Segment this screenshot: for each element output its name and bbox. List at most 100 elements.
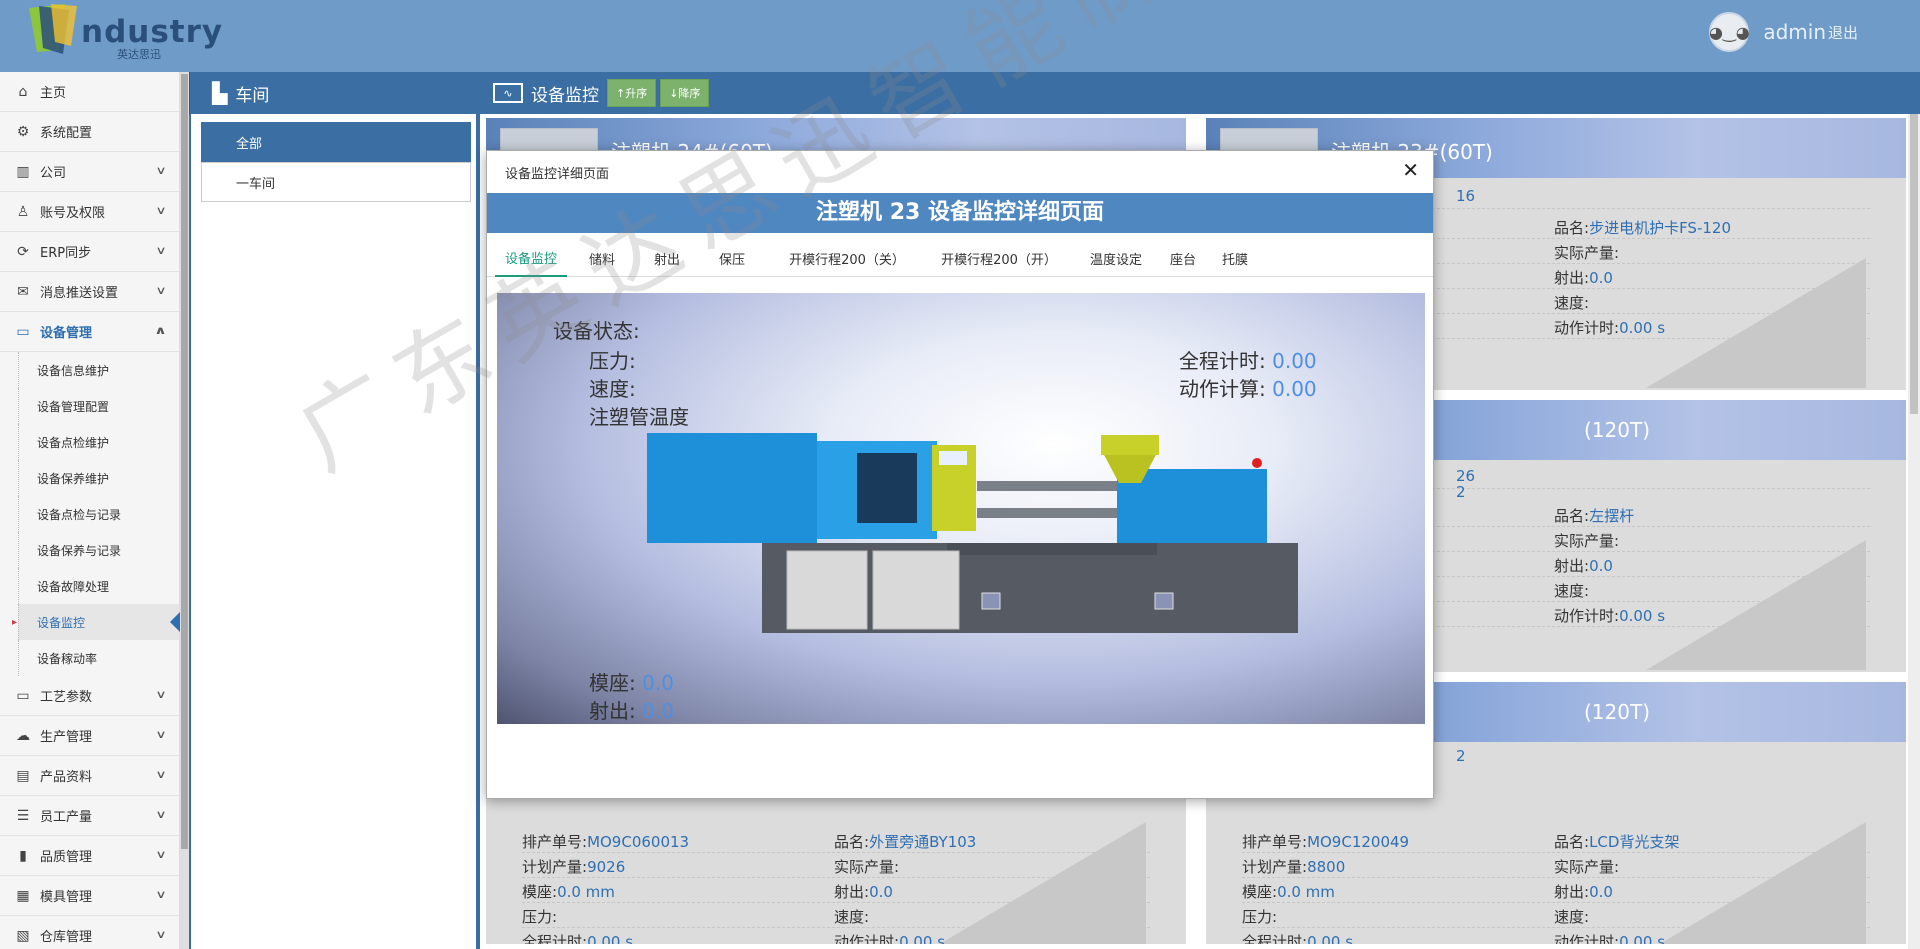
sidebar-scrollbar[interactable] bbox=[180, 72, 189, 949]
tab-seat[interactable]: 座台 bbox=[1163, 239, 1203, 277]
sidebar-item-products[interactable]: ▤ 产品资料 ∨ bbox=[0, 756, 179, 796]
sidebar-item-quality[interactable]: ▮ 品质管理 ∨ bbox=[0, 836, 179, 876]
order-fragment: 2 bbox=[1456, 747, 1466, 765]
scrollbar-thumb[interactable] bbox=[1910, 114, 1918, 414]
chevron-down-icon: ∨ bbox=[155, 928, 167, 941]
sort-asc-button[interactable]: ↑升序 bbox=[607, 79, 657, 107]
monitor-icon: ▭ bbox=[16, 323, 30, 340]
sidebar-item-company[interactable]: ▥ 公司 ∨ bbox=[0, 152, 179, 192]
action-timer-value: 0.00 bbox=[1272, 377, 1317, 401]
tab-injection[interactable]: 射出 bbox=[642, 239, 692, 277]
sidebar-item-warehouse[interactable]: ▧ 仓库管理 ∨ bbox=[0, 916, 179, 949]
chevron-down-icon: ∨ bbox=[155, 768, 167, 781]
tab-holding[interactable]: 保压 bbox=[707, 239, 757, 277]
tab-mold-open-open[interactable]: 开模行程200（开） bbox=[929, 239, 1069, 277]
tie-bar-bottom bbox=[977, 508, 1117, 518]
sidebar-subitem-device-config[interactable]: 设备管理配置 bbox=[18, 388, 179, 424]
workshop-list: 全部 一车间 bbox=[189, 114, 478, 949]
workshop-header: ▙ 车间 bbox=[189, 72, 478, 114]
chart-monitor-icon: ∿ bbox=[493, 83, 523, 103]
tab-device-monitor[interactable]: 设备监控 bbox=[495, 239, 567, 277]
sidebar-subitem-inspection-maint[interactable]: 设备点检维护 bbox=[18, 424, 179, 460]
actual-output-label: 实际产量: bbox=[1554, 858, 1620, 876]
sidebar-item-label: 员工产量 bbox=[40, 810, 93, 825]
plan-value: 8800 bbox=[1307, 858, 1346, 876]
tab-temperature[interactable]: 温度设定 bbox=[1081, 239, 1151, 277]
product-label: 品名: bbox=[834, 833, 870, 851]
user-menu[interactable]: ◕‿◕ admin bbox=[1709, 12, 1826, 52]
user-name[interactable]: admin bbox=[1763, 20, 1826, 44]
mold-label: 模座: bbox=[522, 883, 558, 901]
chevron-down-icon: ∨ bbox=[155, 808, 167, 821]
sort-desc-button[interactable]: ↓降序 bbox=[660, 79, 710, 107]
mold-label: 模座: bbox=[1242, 883, 1278, 901]
inject-label: 射出: bbox=[1554, 557, 1590, 575]
sidebar-item-device-management[interactable]: ▭ 设备管理 ∧ bbox=[0, 312, 179, 352]
list-icon: ☰ bbox=[16, 807, 30, 824]
tab-mold-open-close[interactable]: 开模行程200（关） bbox=[777, 239, 917, 277]
workshop-item-1[interactable]: 一车间 bbox=[201, 162, 471, 202]
sidebar-subitem-inspection-records[interactable]: 设备点检与记录 bbox=[18, 496, 179, 532]
sidebar-subitem-device-info[interactable]: 设备信息维护 bbox=[18, 352, 179, 388]
card-row: 模座:0.0 mm 射出:0.0 bbox=[1242, 878, 1870, 903]
inject-label: 射出: bbox=[589, 699, 636, 723]
hopper-top bbox=[1101, 435, 1159, 455]
speed-label: 速度: bbox=[834, 908, 870, 926]
sidebar: ⌂ 主页 ⚙ 系统配置 ▥ 公司 ∨ ♙ 账号及权限 ∨ ⟳ ERP同步 ∨ ✉ 消息推送设置 ∨ … bbox=[0, 72, 180, 949]
sync-icon: ⟳ bbox=[17, 243, 29, 260]
mold-value: 0.0 mm bbox=[1277, 883, 1335, 901]
sidebar-subitem-upkeep-maint[interactable]: 设备保养维护 bbox=[18, 460, 179, 496]
avatar[interactable]: ◕‿◕ bbox=[1709, 12, 1750, 52]
product-value: 步进电机护卡FS-120 bbox=[1589, 219, 1731, 237]
mold-readout: 模座: 0.0 bbox=[589, 667, 674, 696]
action-timer-value: 0.00 s bbox=[1619, 933, 1666, 944]
company-logo[interactable]: ndustry 英达思迅 bbox=[25, 0, 222, 64]
order-value: MO9C120049 bbox=[1307, 833, 1410, 851]
sidebar-item-message-push[interactable]: ✉ 消息推送设置 ∨ bbox=[0, 272, 179, 312]
base-panel-left bbox=[786, 550, 868, 630]
scrollbar-thumb[interactable] bbox=[181, 74, 188, 849]
card-row: 模座:0.0 mm 射出:0.0 bbox=[522, 878, 1150, 903]
inject-value: 0.0 bbox=[642, 699, 674, 723]
order-fragment: 16 bbox=[1456, 187, 1476, 205]
cloud-icon: ☁ bbox=[16, 727, 30, 744]
tab-ejector[interactable]: 托膜 bbox=[1215, 239, 1255, 277]
control-screen bbox=[939, 451, 967, 465]
card-row: 压力: 速度: bbox=[1242, 903, 1870, 928]
sidebar-item-accounts[interactable]: ♙ 账号及权限 ∨ bbox=[0, 192, 179, 232]
sidebar-item-process-params[interactable]: ▭ 工艺参数 ∨ bbox=[0, 676, 179, 716]
clamp-unit bbox=[647, 433, 817, 543]
chevron-down-icon: ∨ bbox=[155, 848, 167, 861]
sidebar-item-production[interactable]: ☁ 生产管理 ∨ bbox=[0, 716, 179, 756]
injection-machine-illustration bbox=[647, 433, 1298, 633]
inject-value: 0.0 bbox=[1589, 883, 1613, 901]
action-timer-label: 动作计时: bbox=[834, 933, 900, 944]
tab-storage[interactable]: 储料 bbox=[577, 239, 627, 277]
sidebar-subitem-upkeep-records[interactable]: 设备保养与记录 bbox=[18, 532, 179, 568]
main-scrollbar[interactable] bbox=[1908, 114, 1920, 949]
actual-output-label: 实际产量: bbox=[1554, 532, 1620, 550]
sidebar-subitem-device-monitor[interactable]: 设备监控 bbox=[12, 604, 180, 640]
logout-link[interactable]: 退出 bbox=[1828, 22, 1858, 43]
sidebar-item-erp-sync[interactable]: ⟳ ERP同步 ∨ bbox=[0, 232, 179, 272]
plan-label: 计划产量: bbox=[522, 858, 588, 876]
workshop-title: 车间 bbox=[235, 85, 270, 106]
bank-icon: ▥ bbox=[16, 163, 30, 180]
sidebar-item-system-config[interactable]: ⚙ 系统配置 bbox=[0, 112, 179, 152]
chevron-down-icon: ∨ bbox=[155, 164, 167, 177]
action-timer-label: 动作计算: bbox=[1179, 377, 1266, 401]
action-timer-value: 0.00 s bbox=[899, 933, 946, 944]
sidebar-item-molds[interactable]: ▦ 模具管理 ∨ bbox=[0, 876, 179, 916]
workshop-item-all[interactable]: 全部 bbox=[201, 122, 471, 162]
close-icon[interactable]: ✕ bbox=[1402, 158, 1419, 182]
sidebar-item-staff-output[interactable]: ☰ 员工产量 ∨ bbox=[0, 796, 179, 836]
gear-icon: ⚙ bbox=[16, 123, 30, 140]
action-timer-label: 动作计时: bbox=[1554, 319, 1620, 337]
inject-readout: 射出: 0.0 bbox=[589, 695, 674, 724]
status-label: 设备状态: bbox=[553, 319, 640, 343]
top-header: ndustry 英达思迅 ◕‿◕ admin 退出 bbox=[0, 0, 1920, 72]
sidebar-item-home[interactable]: ⌂ 主页 bbox=[0, 72, 179, 112]
sidebar-subitem-fault-handling[interactable]: 设备故障处理 bbox=[18, 568, 179, 604]
action-timer: 动作计算: 0.00 bbox=[1179, 373, 1317, 402]
sidebar-subitem-utilization[interactable]: 设备稼动率 bbox=[18, 640, 179, 676]
